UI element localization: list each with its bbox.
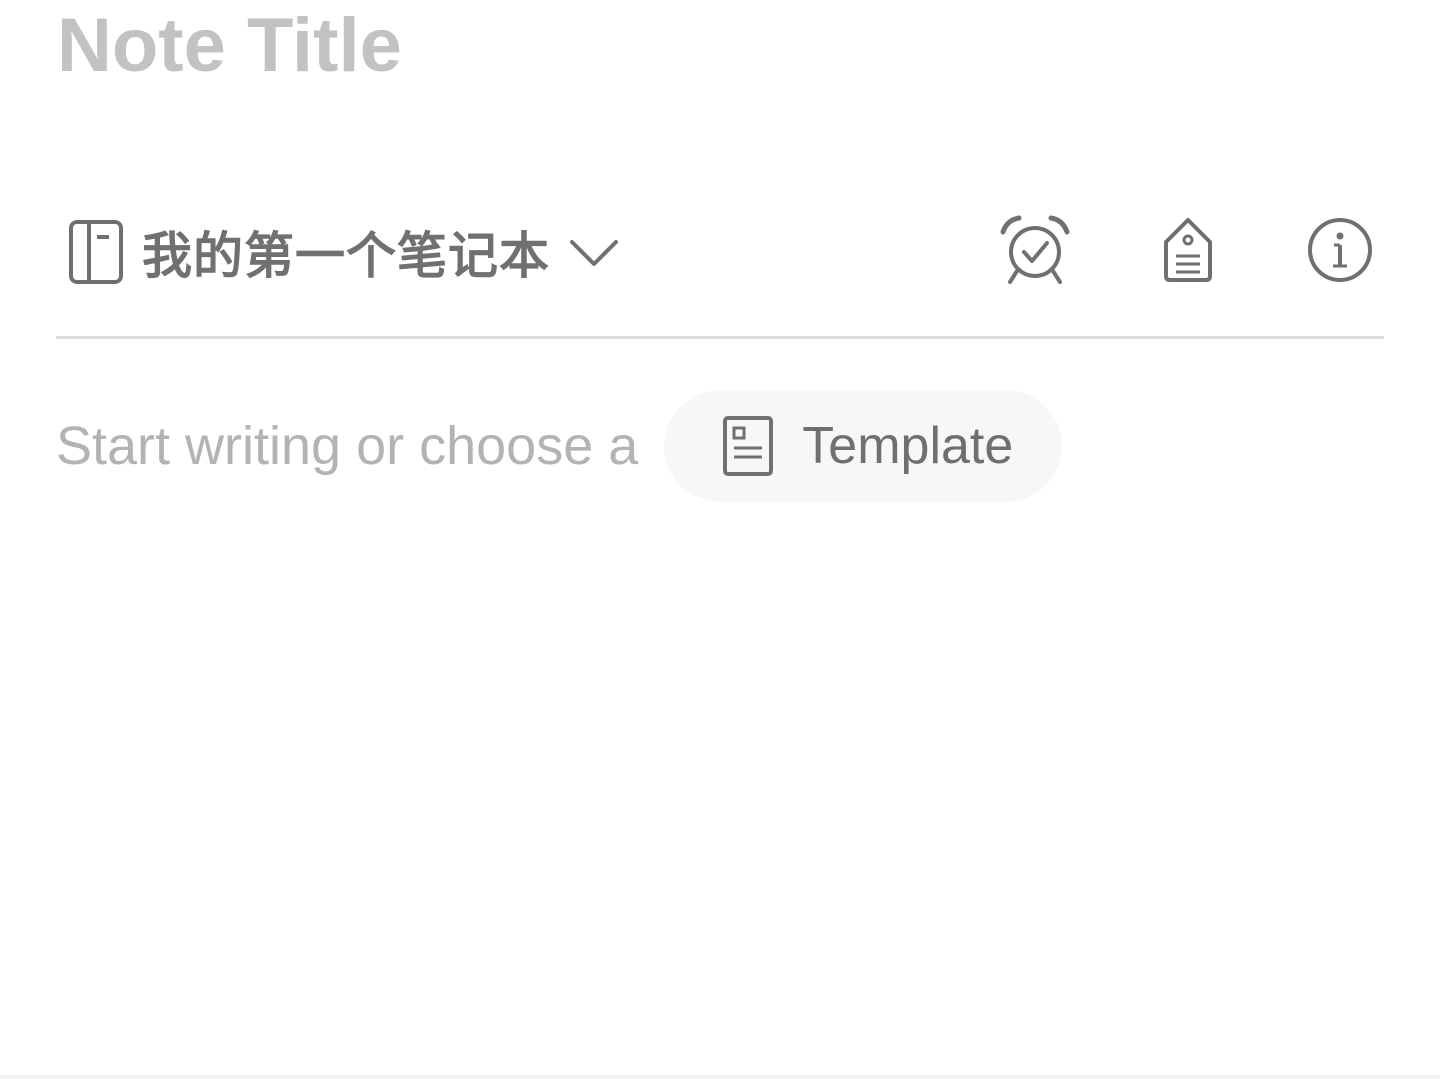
template-button[interactable]: Template [664, 390, 1063, 502]
note-editor-page: Note Title 我的第一个笔记本 Start writing or cho… [0, 0, 1440, 1079]
info-icon [1306, 216, 1374, 289]
note-info-button[interactable] [1302, 214, 1378, 290]
chevron-down-icon [568, 226, 620, 278]
note-toolbar: 我的第一个笔记本 [56, 210, 1384, 294]
editor-placeholder: Start writing or choose a [56, 416, 639, 476]
notebook-selector[interactable]: 我的第一个笔记本 [68, 210, 620, 294]
template-icon [720, 415, 776, 477]
tag-button[interactable] [1150, 214, 1226, 290]
template-button-label: Template [802, 417, 1014, 475]
bottom-edge [0, 1075, 1440, 1079]
tag-icon [1160, 216, 1216, 289]
reminder-button[interactable] [997, 214, 1073, 290]
notebook-name: 我的第一个笔记本 [142, 227, 550, 285]
note-title-input[interactable]: Note Title [57, 0, 402, 96]
notebook-icon [68, 219, 124, 285]
toolbar-divider [56, 336, 1384, 339]
alarm-clock-check-icon [999, 214, 1071, 291]
editor-body[interactable]: Start writing or choose a Template [56, 390, 1063, 502]
